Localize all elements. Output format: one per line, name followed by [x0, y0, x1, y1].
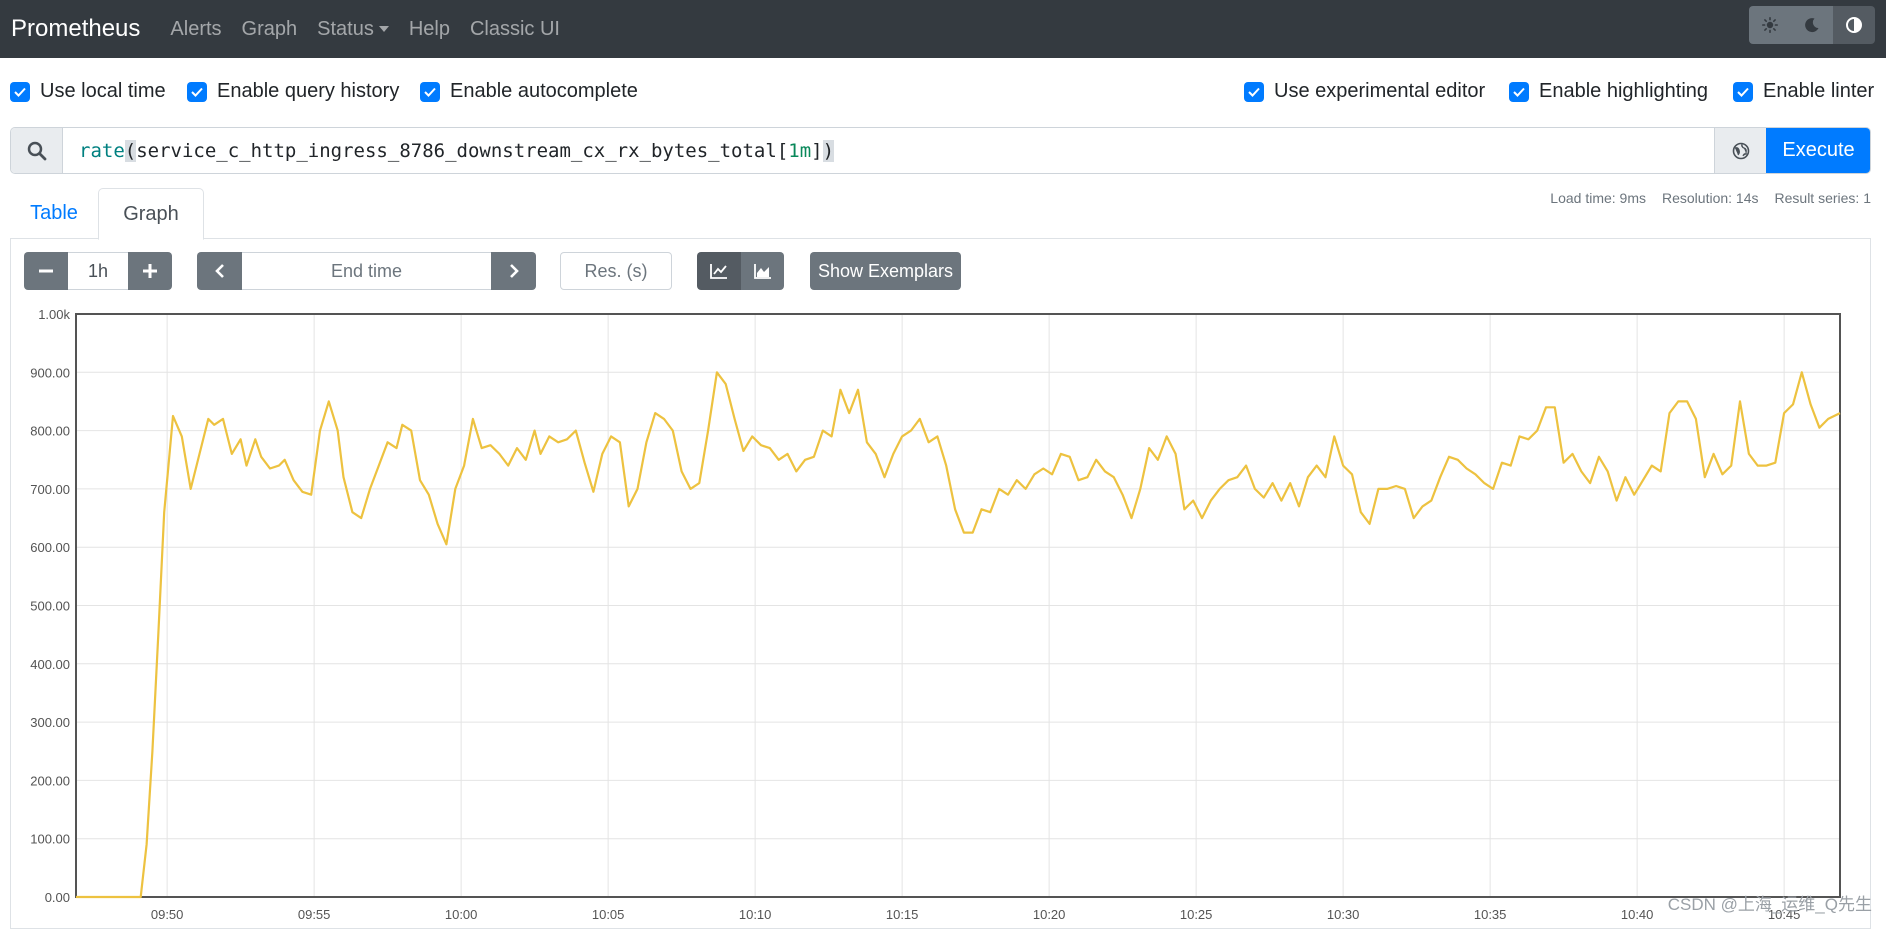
nav-status-dropdown[interactable]: Status: [317, 18, 389, 41]
execute-button[interactable]: Execute: [1766, 127, 1871, 174]
x-tick-label: 10:30: [1327, 907, 1360, 921]
option-use-local-time[interactable]: Use local time: [10, 80, 166, 103]
option-label: Enable highlighting: [1539, 80, 1708, 103]
query-function: rate: [79, 140, 125, 162]
y-tick-label: 700.00: [30, 482, 70, 497]
graph-chart[interactable]: 0.00 100.00 200.00 300.00 400.00 500.00 600.00…: [0, 300, 1886, 921]
chevron-down-icon: [379, 26, 389, 32]
search-icon-box: [11, 128, 63, 173]
x-tick-label: 10:35: [1474, 907, 1507, 921]
y-tick-label: 200.00: [30, 773, 70, 788]
option-label: Enable query history: [217, 80, 399, 103]
x-tick-label: 10:10: [739, 907, 772, 921]
x-tick-label: 09:55: [298, 907, 331, 921]
option-label: Enable linter: [1763, 80, 1874, 103]
y-tick-label: 900.00: [30, 365, 70, 380]
x-tick-label: 10:20: [1033, 907, 1066, 921]
theme-auto-button[interactable]: [1833, 6, 1875, 44]
line-chart-icon: [710, 263, 728, 279]
resolution: Resolution: 14s: [1662, 190, 1759, 206]
checkbox-checked-icon[interactable]: [1244, 82, 1264, 102]
nav-alerts[interactable]: Alerts: [170, 18, 221, 41]
moon-icon: [1804, 17, 1820, 33]
result-series: Result series: 1: [1775, 190, 1871, 206]
chevron-right-icon: [509, 263, 519, 279]
watermark: CSDN @上海_运维_Q先生: [1668, 890, 1872, 915]
nav-status-label: Status: [317, 18, 374, 41]
y-tick-label: 100.00: [30, 832, 70, 847]
end-time-back-button[interactable]: [197, 252, 242, 290]
query-range: 1m: [788, 140, 811, 162]
area-chart-icon: [754, 263, 772, 279]
show-exemplars-button[interactable]: Show Exemplars: [810, 252, 961, 290]
checkbox-checked-icon[interactable]: [420, 82, 440, 102]
option-label: Use local time: [40, 80, 166, 103]
y-tick-label: 800.00: [30, 424, 70, 439]
resolution-input[interactable]: Res. (s): [560, 252, 672, 290]
tab-graph[interactable]: Graph: [98, 188, 204, 240]
nav-help[interactable]: Help: [409, 18, 450, 41]
query-open-bracket: [: [777, 140, 788, 162]
y-tick-label: 400.00: [30, 657, 70, 672]
x-tick-label: 10:25: [1180, 907, 1213, 921]
globe-icon: [1732, 142, 1750, 160]
lines-mode-button[interactable]: [697, 252, 741, 290]
checkbox-checked-icon[interactable]: [187, 82, 207, 102]
theme-dark-button[interactable]: [1791, 6, 1833, 44]
query-stats: Load time: 9ms Resolution: 14s Result se…: [1550, 190, 1871, 206]
theme-toggle-group: [1749, 6, 1875, 44]
nav-graph[interactable]: Graph: [242, 18, 298, 41]
option-enable-query-history[interactable]: Enable query history: [187, 80, 399, 103]
checkbox-checked-icon[interactable]: [1509, 82, 1529, 102]
tab-table[interactable]: Table: [10, 188, 98, 239]
options-row: Use local time Enable query history Enab…: [10, 80, 1876, 108]
query-close-paren: ): [823, 140, 834, 162]
x-tick-label: 10:15: [886, 907, 919, 921]
option-label: Use experimental editor: [1274, 80, 1485, 103]
metrics-explorer-button[interactable]: [1714, 128, 1766, 173]
minus-icon: [39, 264, 53, 278]
query-bar: rate(service_c_http_ingress_8786_downstr…: [10, 127, 1871, 174]
y-tick-label: 300.00: [30, 715, 70, 730]
option-label: Enable autocomplete: [450, 80, 638, 103]
series-line: [76, 372, 1840, 897]
search-icon: [27, 141, 47, 161]
y-tick-label: 1.00k: [38, 307, 70, 322]
y-tick-label: 0.00: [45, 890, 70, 905]
contrast-icon: [1845, 16, 1863, 34]
sun-icon: [1762, 17, 1778, 33]
end-time-forward-button[interactable]: [491, 252, 536, 290]
y-tick-label: 600.00: [30, 540, 70, 555]
x-tick-label: 09:50: [151, 907, 184, 921]
option-enable-autocomplete[interactable]: Enable autocomplete: [420, 80, 638, 103]
range-increase-button[interactable]: [128, 252, 172, 290]
brand-logo[interactable]: Prometheus: [11, 15, 140, 43]
load-time: Load time: 9ms: [1550, 190, 1646, 206]
expression-input[interactable]: rate(service_c_http_ingress_8786_downstr…: [63, 128, 1714, 173]
y-tick-label: 500.00: [30, 599, 70, 614]
stacked-mode-button[interactable]: [741, 252, 784, 290]
top-navbar: Prometheus Alerts Graph Status Help Clas…: [0, 0, 1886, 58]
checkbox-checked-icon[interactable]: [10, 82, 30, 102]
x-tick-label: 10:00: [445, 907, 478, 921]
checkbox-checked-icon[interactable]: [1733, 82, 1753, 102]
range-input[interactable]: 1h: [68, 252, 128, 290]
theme-light-button[interactable]: [1749, 6, 1791, 44]
nav-classic-ui[interactable]: Classic UI: [470, 18, 560, 41]
x-tick-label: 10:40: [1621, 907, 1654, 921]
range-decrease-button[interactable]: [24, 252, 68, 290]
option-use-experimental-editor[interactable]: Use experimental editor: [1244, 80, 1485, 103]
chevron-left-icon: [215, 263, 225, 279]
query-close-bracket: ]: [811, 140, 822, 162]
option-enable-highlighting[interactable]: Enable highlighting: [1509, 80, 1708, 103]
query-open-paren: (: [125, 140, 136, 162]
x-tick-label: 10:05: [592, 907, 625, 921]
option-enable-linter[interactable]: Enable linter: [1733, 80, 1874, 103]
plus-icon: [143, 264, 157, 278]
end-time-input[interactable]: End time: [242, 252, 491, 290]
query-metric: service_c_http_ingress_8786_downstream_c…: [136, 140, 777, 162]
